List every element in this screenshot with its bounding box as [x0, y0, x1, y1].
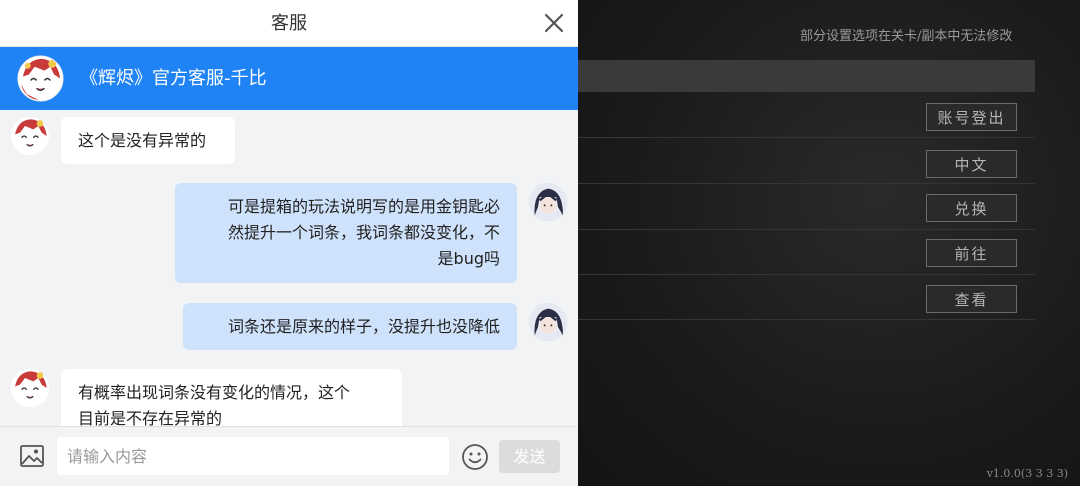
agent-avatar: [10, 116, 50, 156]
input-bar: 发送: [0, 426, 578, 486]
goto-button[interactable]: 前往: [926, 239, 1017, 267]
user-message: 可是提箱的玩法说明写的是用金钥匙必 然提升一个词条，我词条都没变化，不 是bug…: [175, 183, 517, 283]
message-line: 是bug吗: [437, 249, 500, 268]
message-input[interactable]: [57, 437, 449, 475]
send-button[interactable]: 发送: [499, 440, 560, 473]
message-line: 可是提箱的玩法说明写的是用金钥匙必: [227, 197, 500, 216]
divider: [578, 274, 1035, 275]
agent-avatar: [17, 55, 64, 102]
agent-banner: 《辉烬》官方客服-千比: [0, 47, 578, 110]
customer-service-panel: 客服 《辉烬》官方客服-千比 这个是没有异常的 可是提箱的玩法说明写的是用金钥匙…: [0, 0, 578, 486]
agent-name: 《辉烬》官方客服-千比: [80, 68, 267, 89]
panel-title: 客服: [271, 13, 307, 34]
version-label: v1.0.0(3 3 3 3): [986, 467, 1068, 480]
message-list: 这个是没有异常的 可是提箱的玩法说明写的是用金钥匙必 然提升一个词条，我词条都没…: [0, 110, 578, 426]
user-message: 词条还是原来的样子，没提升也没降低: [183, 303, 517, 350]
user-avatar: [528, 302, 568, 342]
agent-avatar: [10, 368, 50, 408]
message-line: 有概率出现词条没有变化的情况，这个: [78, 383, 351, 402]
agent-message: 这个是没有异常的: [61, 117, 235, 164]
divider: [578, 183, 1035, 184]
view-button[interactable]: 查看: [926, 285, 1017, 313]
divider: [578, 137, 1035, 138]
logout-button[interactable]: 账号登出: [926, 103, 1017, 131]
settings-header-bar: [578, 60, 1035, 92]
message-line: 然提升一个词条，我词条都没变化，不: [227, 223, 500, 242]
user-avatar: [528, 182, 568, 222]
divider: [578, 229, 1035, 230]
image-upload-icon[interactable]: [19, 443, 45, 469]
close-icon[interactable]: [542, 11, 566, 35]
message-text: 词条还是原来的样子，没提升也没降低: [227, 317, 500, 336]
settings-note: 部分设置选项在关卡/副本中无法修改: [800, 29, 1013, 44]
emoji-icon[interactable]: [461, 443, 489, 471]
agent-message: 有概率出现词条没有变化的情况，这个 目前是不存在异常的: [61, 369, 402, 426]
message-line: 目前是不存在异常的: [78, 409, 223, 426]
language-button[interactable]: 中文: [926, 150, 1017, 178]
redeem-button[interactable]: 兑换: [926, 194, 1017, 222]
message-text: 这个是没有异常的: [78, 131, 207, 150]
divider: [578, 319, 1035, 320]
panel-titlebar: 客服: [0, 0, 578, 47]
